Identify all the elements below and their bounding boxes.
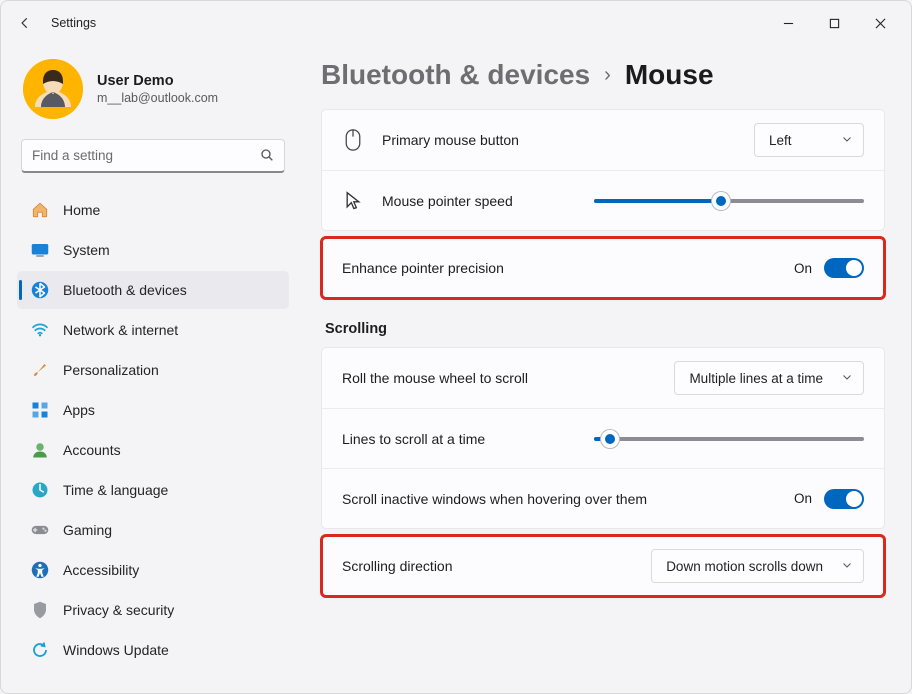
primary-button-dropdown[interactable]: Left <box>754 123 864 157</box>
gamepad-icon <box>31 523 49 537</box>
sidebar-item-gaming[interactable]: Gaming <box>17 511 289 549</box>
pointer-speed-slider[interactable] <box>594 191 864 211</box>
card-mouse-basics: Primary mouse button Left Mouse pointer … <box>321 109 885 231</box>
dropdown-value: Left <box>769 133 792 148</box>
roll-wheel-dropdown[interactable]: Multiple lines at a time <box>674 361 864 395</box>
row-lines-to-scroll: Lines to scroll at a time <box>322 408 884 468</box>
chevron-down-icon <box>841 133 853 148</box>
user-email: m__lab@outlook.com <box>97 91 218 105</box>
row-label: Mouse pointer speed <box>382 193 513 209</box>
sidebar-item-label: Privacy & security <box>63 602 174 618</box>
slider-thumb[interactable] <box>712 192 730 210</box>
system-icon <box>31 243 49 257</box>
row-label: Primary mouse button <box>382 132 519 148</box>
enhance-precision-toggle[interactable]: On <box>794 258 864 278</box>
sidebar-item-bluetooth-devices[interactable]: Bluetooth & devices <box>17 271 289 309</box>
row-pointer-speed: Mouse pointer speed <box>322 170 884 230</box>
sidebar-item-home[interactable]: Home <box>17 191 289 229</box>
sidebar-item-time-language[interactable]: Time & language <box>17 471 289 509</box>
slider-thumb[interactable] <box>601 430 619 448</box>
toggle-switch[interactable] <box>824 258 864 278</box>
bluetooth-icon <box>31 281 49 299</box>
chevron-down-icon <box>841 559 853 574</box>
sidebar-item-accounts[interactable]: Accounts <box>17 431 289 469</box>
sidebar-item-label: Network & internet <box>63 322 178 338</box>
main-panel: Bluetooth & devices › Mouse Primary mous… <box>301 45 911 693</box>
search-box[interactable] <box>21 139 285 173</box>
sidebar-item-label: Apps <box>63 402 95 418</box>
sidebar-item-label: Personalization <box>63 362 159 378</box>
search-input[interactable] <box>21 139 285 173</box>
chevron-right-icon: › <box>604 64 611 87</box>
sidebar-item-label: Accessibility <box>63 562 139 578</box>
search-icon <box>259 147 275 168</box>
toggle-state: On <box>794 491 812 506</box>
nav-list: Home System Bluetooth & devices Network … <box>17 191 289 669</box>
row-label: Lines to scroll at a time <box>342 431 485 447</box>
apps-icon <box>31 401 49 419</box>
home-icon <box>31 201 49 219</box>
sidebar-item-system[interactable]: System <box>17 231 289 269</box>
row-label: Scroll inactive windows when hovering ov… <box>342 491 647 507</box>
dropdown-value: Down motion scrolls down <box>666 559 823 574</box>
user-profile[interactable]: User Demo m__lab@outlook.com <box>17 55 289 133</box>
window-title: Settings <box>51 16 96 30</box>
row-label: Scrolling direction <box>342 558 453 574</box>
cursor-icon <box>342 191 364 211</box>
sidebar-item-privacy-security[interactable]: Privacy & security <box>17 591 289 629</box>
settings-window: Settings User Demo m__lab@outlook.com <box>0 0 912 694</box>
sidebar-item-label: Gaming <box>63 522 112 538</box>
dropdown-value: Multiple lines at a time <box>689 371 823 386</box>
minimize-button[interactable] <box>765 7 811 39</box>
mouse-icon <box>342 129 364 151</box>
breadcrumb-parent[interactable]: Bluetooth & devices <box>321 59 590 91</box>
wifi-icon <box>31 323 49 337</box>
chevron-down-icon <box>841 371 853 386</box>
scroll-inactive-toggle[interactable]: On <box>794 489 864 509</box>
scroll-direction-dropdown[interactable]: Down motion scrolls down <box>651 549 864 583</box>
accessibility-icon <box>31 561 49 579</box>
row-roll-wheel: Roll the mouse wheel to scroll Multiple … <box>322 348 884 408</box>
section-scrolling-header: Scrolling <box>325 321 885 337</box>
sidebar-item-personalization[interactable]: Personalization <box>17 351 289 389</box>
user-name: User Demo <box>97 73 218 89</box>
sidebar-item-label: Home <box>63 202 100 218</box>
brush-icon <box>31 361 49 379</box>
toggle-switch[interactable] <box>824 489 864 509</box>
card-enhance-precision: Enhance pointer precision On <box>321 237 885 299</box>
lines-to-scroll-slider[interactable] <box>594 429 864 449</box>
avatar <box>23 59 83 119</box>
sidebar-item-label: Accounts <box>63 442 121 458</box>
sidebar: User Demo m__lab@outlook.com Home System <box>1 45 301 693</box>
sidebar-item-apps[interactable]: Apps <box>17 391 289 429</box>
card-scrolling: Roll the mouse wheel to scroll Multiple … <box>321 347 885 529</box>
row-enhance-precision: Enhance pointer precision On <box>322 238 884 298</box>
row-label: Enhance pointer precision <box>342 260 504 276</box>
person-icon <box>31 441 49 459</box>
user-meta: User Demo m__lab@outlook.com <box>97 73 218 105</box>
toggle-state: On <box>794 261 812 276</box>
window-controls <box>765 7 903 39</box>
sidebar-item-accessibility[interactable]: Accessibility <box>17 551 289 589</box>
row-label: Roll the mouse wheel to scroll <box>342 370 528 386</box>
card-scroll-direction: Scrolling direction Down motion scrolls … <box>321 535 885 597</box>
close-button[interactable] <box>857 7 903 39</box>
maximize-button[interactable] <box>811 7 857 39</box>
row-scroll-direction: Scrolling direction Down motion scrolls … <box>322 536 884 596</box>
sidebar-item-label: Windows Update <box>63 642 169 658</box>
row-primary-mouse-button: Primary mouse button Left <box>322 110 884 170</box>
title-bar: Settings <box>1 1 911 45</box>
sidebar-item-windows-update[interactable]: Windows Update <box>17 631 289 669</box>
sidebar-item-network[interactable]: Network & internet <box>17 311 289 349</box>
back-button[interactable] <box>9 7 41 39</box>
sidebar-item-label: Time & language <box>63 482 168 498</box>
clock-globe-icon <box>31 481 49 499</box>
sidebar-item-label: System <box>63 242 110 258</box>
breadcrumb-current: Mouse <box>625 59 714 91</box>
breadcrumb: Bluetooth & devices › Mouse <box>321 59 885 91</box>
update-icon <box>31 641 49 659</box>
row-scroll-inactive: Scroll inactive windows when hovering ov… <box>322 468 884 528</box>
sidebar-item-label: Bluetooth & devices <box>63 282 187 298</box>
shield-icon <box>31 601 49 619</box>
